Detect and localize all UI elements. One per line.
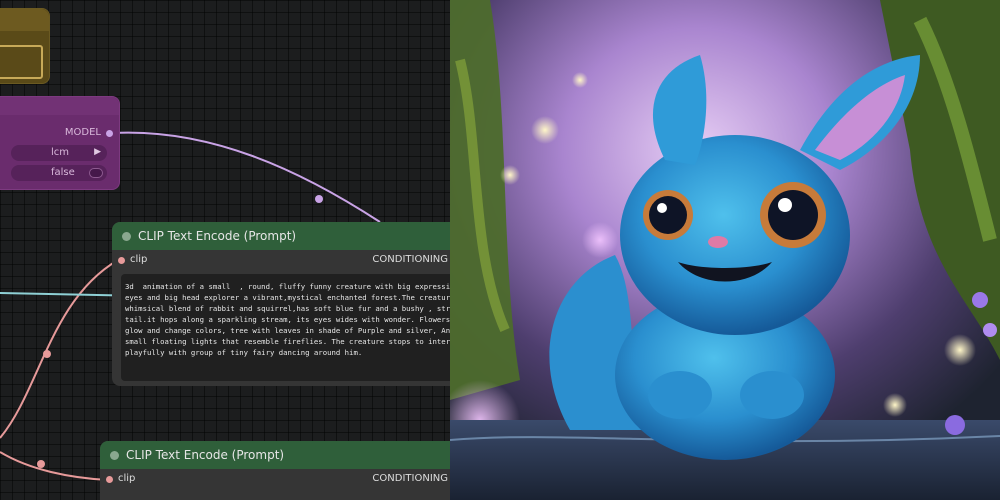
prompt-line: small floating lights that resemble fire… [125,337,450,346]
clip-wire-2-midpoint[interactable] [37,460,45,468]
clip-input-label-1: clip [130,254,148,265]
model-wire [112,131,381,223]
clip-input-port-2[interactable] [106,476,113,483]
lora-loader-header[interactable] [0,97,119,115]
clip-text-encode-node-2[interactable]: CLIP Text Encode (Prompt) clip CONDITION… [100,441,450,500]
model-output-label: MODEL [64,127,101,138]
prompt-line: glow and change colors, tree with leaves… [125,326,450,335]
prompt-line: 3d animation of a small , round, fluffy … [125,282,450,291]
blue-creature-illustration [450,0,1000,500]
clip-input-port-1[interactable] [118,257,125,264]
prompt-line: whimsical blend of rabbit and squirrel,h… [125,304,450,313]
clip-node-2-title: CLIP Text Encode (Prompt) [126,448,285,462]
prompt-line: eyes and big head explorer a vibrant,mys… [125,293,450,302]
clip-node-2-header[interactable]: CLIP Text Encode (Prompt) [100,441,450,469]
collapse-dot-icon[interactable] [110,451,119,460]
clip-input-label-2: clip [118,473,136,484]
clip-wire-2 [0,451,109,481]
clip-node-1-title: CLIP Text Encode (Prompt) [138,229,297,243]
chevron-right-icon[interactable]: ▶ [94,147,101,157]
toggle-widget-value: false [51,167,75,178]
clip-wire-1-midpoint[interactable] [43,350,51,358]
conditioning-output-label-1: CONDITIONING [372,254,448,265]
collapse-dot-icon[interactable] [122,232,131,241]
prompt-textarea[interactable]: 3d animation of a small , round, fluffy … [121,274,450,381]
toggle-widget[interactable]: false [11,165,107,181]
checkpoint-loader-header[interactable] [0,9,49,31]
clip-text-encode-node-1[interactable]: CLIP Text Encode (Prompt) clip CONDITION… [112,222,450,386]
lora-loader-node[interactable]: MODEL lcm ▶ false [0,96,120,190]
clip-wire-1 [0,259,119,439]
sampler-widget[interactable]: lcm ▶ [11,145,107,161]
sampler-widget-value: lcm [51,147,70,158]
checkpoint-loader-node[interactable] [0,8,50,84]
prompt-line: playfully with group of tiny fairy danci… [125,348,363,357]
model-output-port[interactable] [106,130,113,137]
conditioning-output-label-2: CONDITIONING [372,473,448,484]
prompt-line: tail.it hops along a sparkling stream, i… [125,315,450,324]
toggle-switch-icon[interactable] [89,168,103,178]
node-editor-canvas[interactable]: MODEL lcm ▶ false CLIP Text Encode (Prom… [0,0,450,500]
generated-image-preview [450,0,1000,500]
checkpoint-preview-box [0,45,43,79]
clip-node-1-header[interactable]: CLIP Text Encode (Prompt) [112,222,450,250]
model-wire-midpoint[interactable] [315,195,323,203]
